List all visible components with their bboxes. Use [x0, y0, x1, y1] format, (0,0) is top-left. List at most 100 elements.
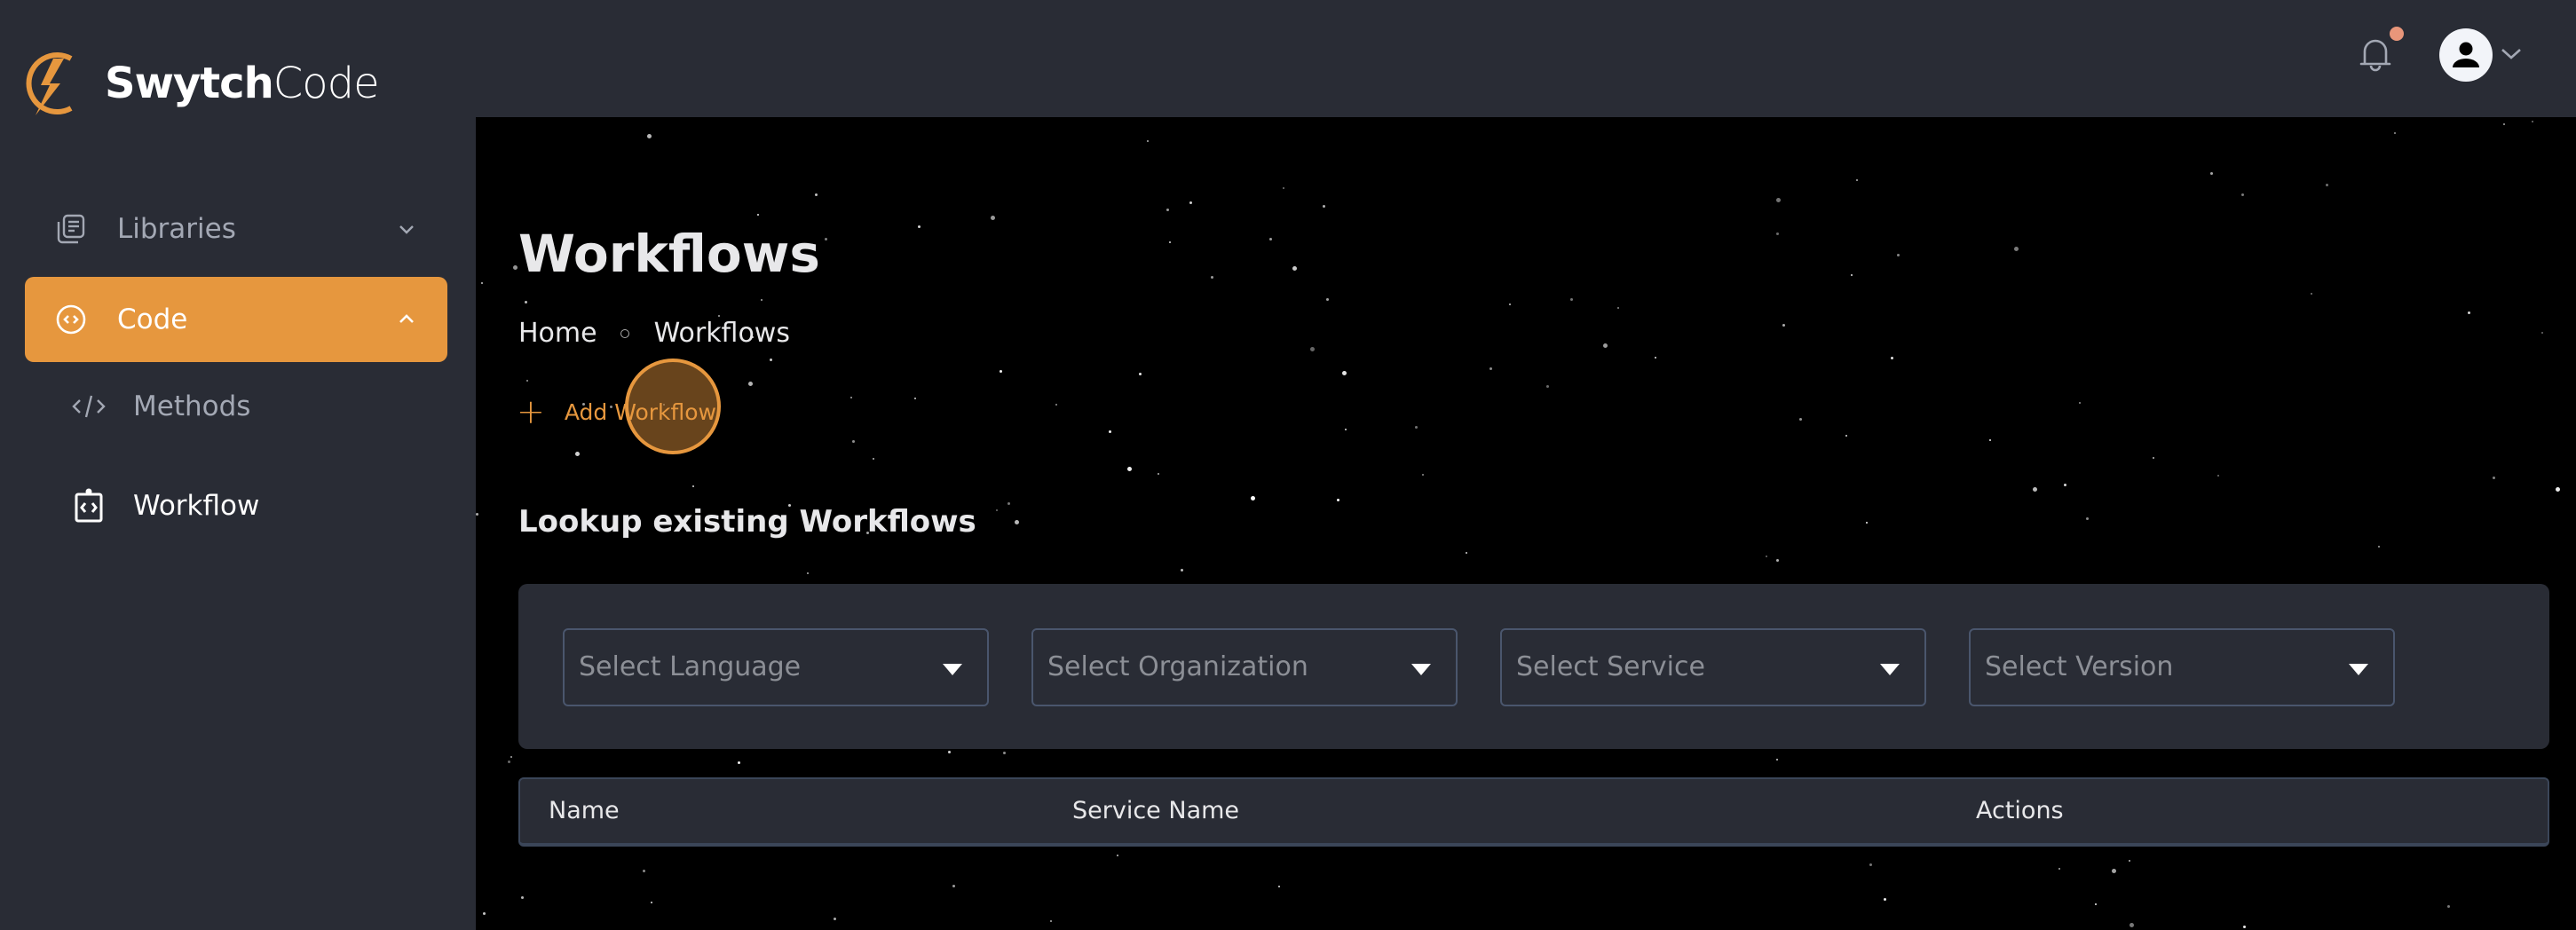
star	[2493, 477, 2495, 479]
column-header-actions: Actions	[1976, 797, 2064, 824]
sidebar-item-label: Libraries	[117, 213, 236, 245]
language-select[interactable]: Select Language	[563, 628, 989, 706]
star	[1269, 238, 1272, 240]
main-content: Workflows Home Workflows + Add Workflow …	[476, 117, 2576, 930]
sidebar-item-code[interactable]: Code	[25, 277, 447, 362]
star	[1003, 752, 1006, 754]
star	[2153, 457, 2154, 459]
star	[807, 572, 809, 574]
version-select[interactable]: Select Version	[1969, 628, 2395, 706]
star	[1866, 522, 1868, 524]
plus-icon: +	[517, 392, 545, 431]
star	[991, 216, 995, 220]
star	[2079, 402, 2081, 404]
star	[2210, 172, 2213, 175]
sidebar-item-libraries[interactable]: Libraries	[25, 186, 447, 272]
star	[2503, 123, 2505, 125]
star	[1603, 343, 1608, 348]
star	[873, 458, 874, 460]
star	[1989, 439, 1991, 441]
column-header-service-name[interactable]: Service Name	[1072, 797, 1239, 824]
star	[1050, 920, 1052, 922]
star	[1884, 898, 1886, 901]
star	[825, 238, 827, 240]
star	[2378, 546, 2380, 548]
star	[1342, 371, 1347, 375]
star	[1211, 276, 1213, 279]
chevron-down-icon[interactable]	[2500, 46, 2523, 62]
star	[2326, 184, 2328, 186]
star	[2243, 926, 2246, 928]
star	[2129, 860, 2130, 862]
select-placeholder: Select Service	[1516, 651, 1705, 682]
star	[575, 452, 580, 456]
star	[1278, 886, 1280, 887]
star	[1055, 404, 1057, 406]
brand-logo[interactable]: SwytchCode	[23, 46, 380, 121]
column-header-name[interactable]: Name	[549, 797, 620, 824]
star	[1323, 205, 1325, 208]
star	[481, 282, 483, 284]
star	[2095, 903, 2097, 905]
star	[1117, 855, 1118, 856]
star	[2130, 923, 2134, 927]
star	[770, 359, 772, 361]
star	[757, 214, 759, 216]
user-avatar[interactable]	[2439, 28, 2493, 82]
star	[521, 896, 524, 899]
star	[1617, 307, 1619, 309]
star	[1109, 430, 1111, 433]
star	[1337, 499, 1339, 501]
star	[1007, 502, 1010, 505]
workflows-table-header: Name Service Name Actions	[518, 777, 2549, 847]
star	[2541, 332, 2543, 334]
sidebar-subitem-workflow[interactable]: Workflow	[71, 470, 259, 541]
star	[1158, 473, 1159, 475]
page-title: Workflows	[518, 224, 820, 284]
code-tag-icon	[71, 389, 107, 424]
star	[738, 761, 740, 764]
star	[1345, 429, 1347, 430]
sidebar-subitem-methods[interactable]: Methods	[71, 371, 250, 442]
star	[2086, 517, 2089, 520]
code-circle-icon	[55, 303, 87, 335]
sidebar-item-label: Code	[117, 303, 188, 335]
star	[2556, 487, 2560, 492]
star	[2468, 311, 2470, 314]
star	[815, 193, 818, 196]
lightning-logo-icon	[26, 52, 73, 115]
star	[1782, 324, 1785, 327]
star	[483, 912, 486, 915]
star	[718, 315, 720, 317]
star	[476, 513, 478, 516]
star	[1891, 357, 1893, 359]
star	[948, 751, 951, 753]
star	[1181, 569, 1183, 571]
top-header	[476, 0, 2576, 117]
add-workflow-button[interactable]: + Add Workflow	[517, 380, 734, 444]
sidebar-subitem-label: Methods	[133, 390, 251, 422]
breadcrumb-home[interactable]: Home	[518, 318, 597, 349]
star	[1415, 426, 1418, 429]
add-workflow-label: Add Workflow	[564, 398, 716, 425]
chevron-down-icon	[399, 225, 414, 234]
star	[1189, 201, 1192, 204]
organization-select[interactable]: Select Organization	[1031, 628, 1458, 706]
star	[1766, 556, 1767, 557]
star	[1283, 187, 1284, 189]
service-select[interactable]: Select Service	[1500, 628, 1926, 706]
star	[1147, 140, 1149, 142]
bell-icon[interactable]	[2358, 34, 2393, 75]
caret-down-icon	[2349, 664, 2368, 675]
library-icon	[55, 213, 87, 245]
star	[1546, 385, 1549, 388]
star	[508, 761, 510, 763]
star	[510, 756, 512, 758]
notification-badge	[2390, 27, 2404, 41]
breadcrumb: Home Workflows	[518, 318, 790, 349]
brand-name: SwytchCode	[105, 59, 380, 108]
star	[914, 398, 916, 399]
star	[1015, 520, 1019, 524]
star	[2532, 121, 2533, 122]
star	[1422, 474, 1424, 476]
